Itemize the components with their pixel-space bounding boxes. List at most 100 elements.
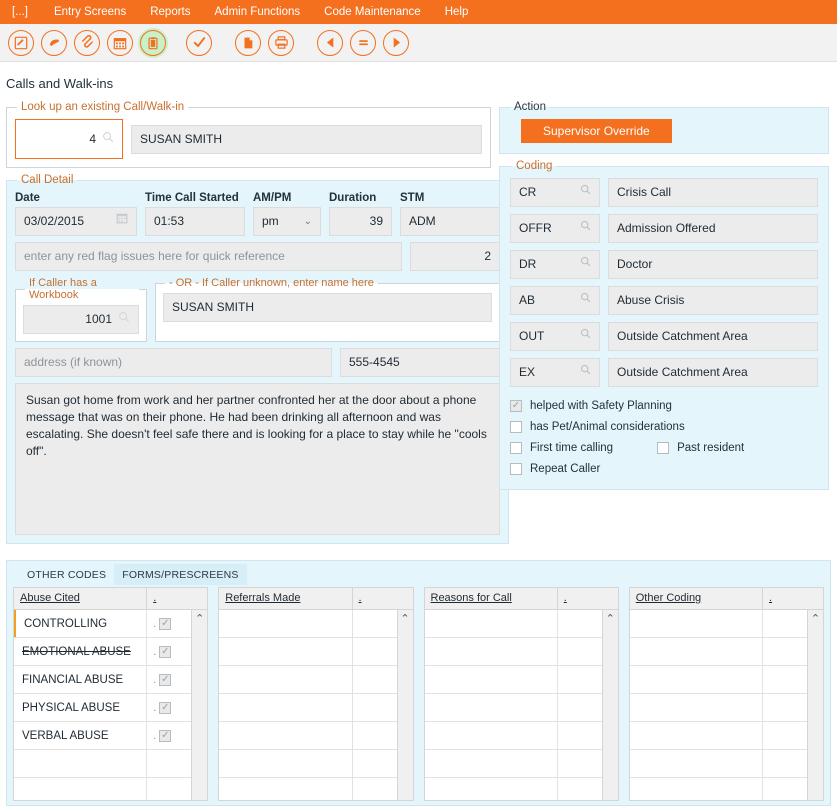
table-row[interactable] (219, 778, 412, 800)
column-header-name[interactable]: Reasons for Call (425, 588, 558, 609)
new-document-button[interactable] (233, 28, 263, 58)
pin-button[interactable] (39, 28, 69, 58)
table-row[interactable] (424, 750, 618, 778)
table-row[interactable] (14, 750, 208, 778)
unknown-caller-input[interactable]: SUSAN SMITH (163, 293, 492, 322)
table-row[interactable] (629, 694, 823, 722)
supervisor-override-button[interactable]: Supervisor Override (521, 119, 672, 143)
coding-code-input[interactable]: DR (510, 250, 600, 279)
search-icon[interactable] (580, 287, 591, 314)
tab-other-codes[interactable]: OTHER CODES (19, 564, 114, 585)
menu-item-code-maintenance[interactable]: Code Maintenance (312, 3, 433, 21)
row-checkbox[interactable] (159, 673, 172, 686)
search-icon[interactable] (580, 359, 591, 386)
row-checkbox[interactable] (159, 645, 172, 658)
stm-input[interactable]: ADM (400, 207, 500, 236)
table-row[interactable] (630, 778, 823, 800)
grid-scrollbar[interactable]: ⌃ (807, 610, 823, 800)
date-input[interactable]: 03/02/2015 (15, 207, 137, 236)
table-row[interactable]: CONTROLLING . (14, 610, 208, 638)
table-row[interactable]: PHYSICAL ABUSE . (14, 694, 208, 722)
calendar-button[interactable] (105, 28, 135, 58)
coding-code-input[interactable]: OUT (510, 322, 600, 351)
call-notes-textarea[interactable]: Susan got home from work and her partner… (15, 383, 500, 535)
table-row[interactable] (424, 694, 618, 722)
coding-code-input[interactable]: EX (510, 358, 600, 387)
print-button[interactable] (266, 28, 296, 58)
ampm-select[interactable]: pm ⌄ (253, 207, 321, 236)
lookup-id-input[interactable]: 4 (15, 119, 123, 159)
column-header-check[interactable]: . (353, 588, 413, 609)
grid-scrollbar[interactable]: ⌃ (191, 610, 208, 800)
time-input[interactable]: 01:53 (145, 207, 245, 236)
edit-form-button[interactable] (6, 28, 36, 58)
table-row[interactable] (219, 610, 413, 638)
table-row[interactable] (629, 750, 823, 778)
grid-scrollbar[interactable]: ⌃ (396, 610, 413, 800)
chevron-up-icon[interactable]: ⌃ (606, 614, 615, 800)
table-row[interactable] (219, 750, 413, 778)
table-row[interactable] (424, 638, 618, 666)
first-time-calling-checkbox[interactable] (510, 442, 522, 454)
attachment-button[interactable] (72, 28, 102, 58)
phone-input[interactable]: 555-4545 (340, 348, 500, 377)
table-row[interactable] (219, 694, 413, 722)
table-row[interactable] (424, 610, 618, 638)
table-row[interactable]: EMOTIONAL ABUSE . (14, 638, 208, 666)
column-header-name[interactable]: Referrals Made (219, 588, 353, 609)
column-header-name[interactable]: Abuse Cited (14, 588, 148, 609)
previous-record-button[interactable] (315, 28, 345, 58)
coding-code-input[interactable]: OFFR (510, 214, 600, 243)
tab-forms-prescreens[interactable]: FORMS/PRESCREENS (114, 564, 247, 585)
table-row[interactable] (424, 722, 618, 750)
row-checkbox[interactable] (159, 617, 172, 630)
column-header-check[interactable]: . (763, 588, 823, 609)
menu-item-reports[interactable]: Reports (138, 3, 202, 21)
address-input[interactable]: address (if known) (15, 348, 332, 377)
table-row[interactable] (629, 638, 823, 666)
pet-considerations-checkbox[interactable] (510, 421, 522, 433)
duration-input[interactable]: 39 (329, 207, 392, 236)
chevron-up-icon[interactable]: ⌃ (195, 614, 204, 800)
menu-item-ellipsis[interactable]: [...] (6, 3, 42, 21)
table-row[interactable] (425, 778, 618, 800)
chevron-up-icon[interactable]: ⌃ (811, 614, 820, 800)
grid-scrollbar[interactable]: ⌃ (601, 610, 618, 800)
table-row[interactable] (629, 722, 823, 750)
calendar-picker-icon[interactable] (116, 208, 128, 235)
safety-planning-checkbox[interactable] (510, 400, 522, 412)
chevron-up-icon[interactable]: ⌃ (400, 614, 409, 800)
red-flag-count-input[interactable]: 2 (410, 242, 500, 271)
red-flag-input[interactable]: enter any red flag issues here for quick… (15, 242, 402, 271)
table-row[interactable] (219, 666, 413, 694)
approve-button[interactable] (184, 28, 214, 58)
table-row[interactable]: VERBAL ABUSE . (14, 722, 208, 750)
table-row[interactable] (219, 722, 413, 750)
search-icon[interactable] (580, 323, 591, 350)
coding-code-input[interactable]: AB (510, 286, 600, 315)
menu-item-admin-functions[interactable]: Admin Functions (203, 3, 313, 21)
search-icon[interactable] (580, 251, 591, 278)
table-row[interactable] (629, 610, 823, 638)
menu-item-entry-screens[interactable]: Entry Screens (42, 3, 138, 21)
row-checkbox[interactable] (159, 701, 172, 714)
search-icon[interactable] (118, 306, 130, 333)
table-row[interactable] (14, 778, 207, 800)
repeat-caller-checkbox[interactable] (510, 463, 522, 475)
search-icon[interactable] (580, 215, 591, 242)
next-record-button[interactable] (381, 28, 411, 58)
workbook-input[interactable]: 1001 (23, 305, 139, 334)
column-header-check[interactable]: . (147, 588, 207, 609)
list-records-button[interactable] (348, 28, 378, 58)
clipboard-button[interactable] (138, 27, 168, 58)
menu-item-help[interactable]: Help (433, 3, 481, 21)
column-header-name[interactable]: Other Coding (630, 588, 763, 609)
table-row[interactable]: FINANCIAL ABUSE . (14, 666, 208, 694)
search-icon[interactable] (580, 179, 591, 206)
past-resident-checkbox[interactable] (657, 442, 670, 454)
search-icon[interactable] (102, 126, 114, 153)
column-header-check[interactable]: . (558, 588, 618, 609)
row-checkbox[interactable] (159, 729, 172, 742)
coding-code-input[interactable]: CR (510, 178, 600, 207)
table-row[interactable] (629, 666, 823, 694)
